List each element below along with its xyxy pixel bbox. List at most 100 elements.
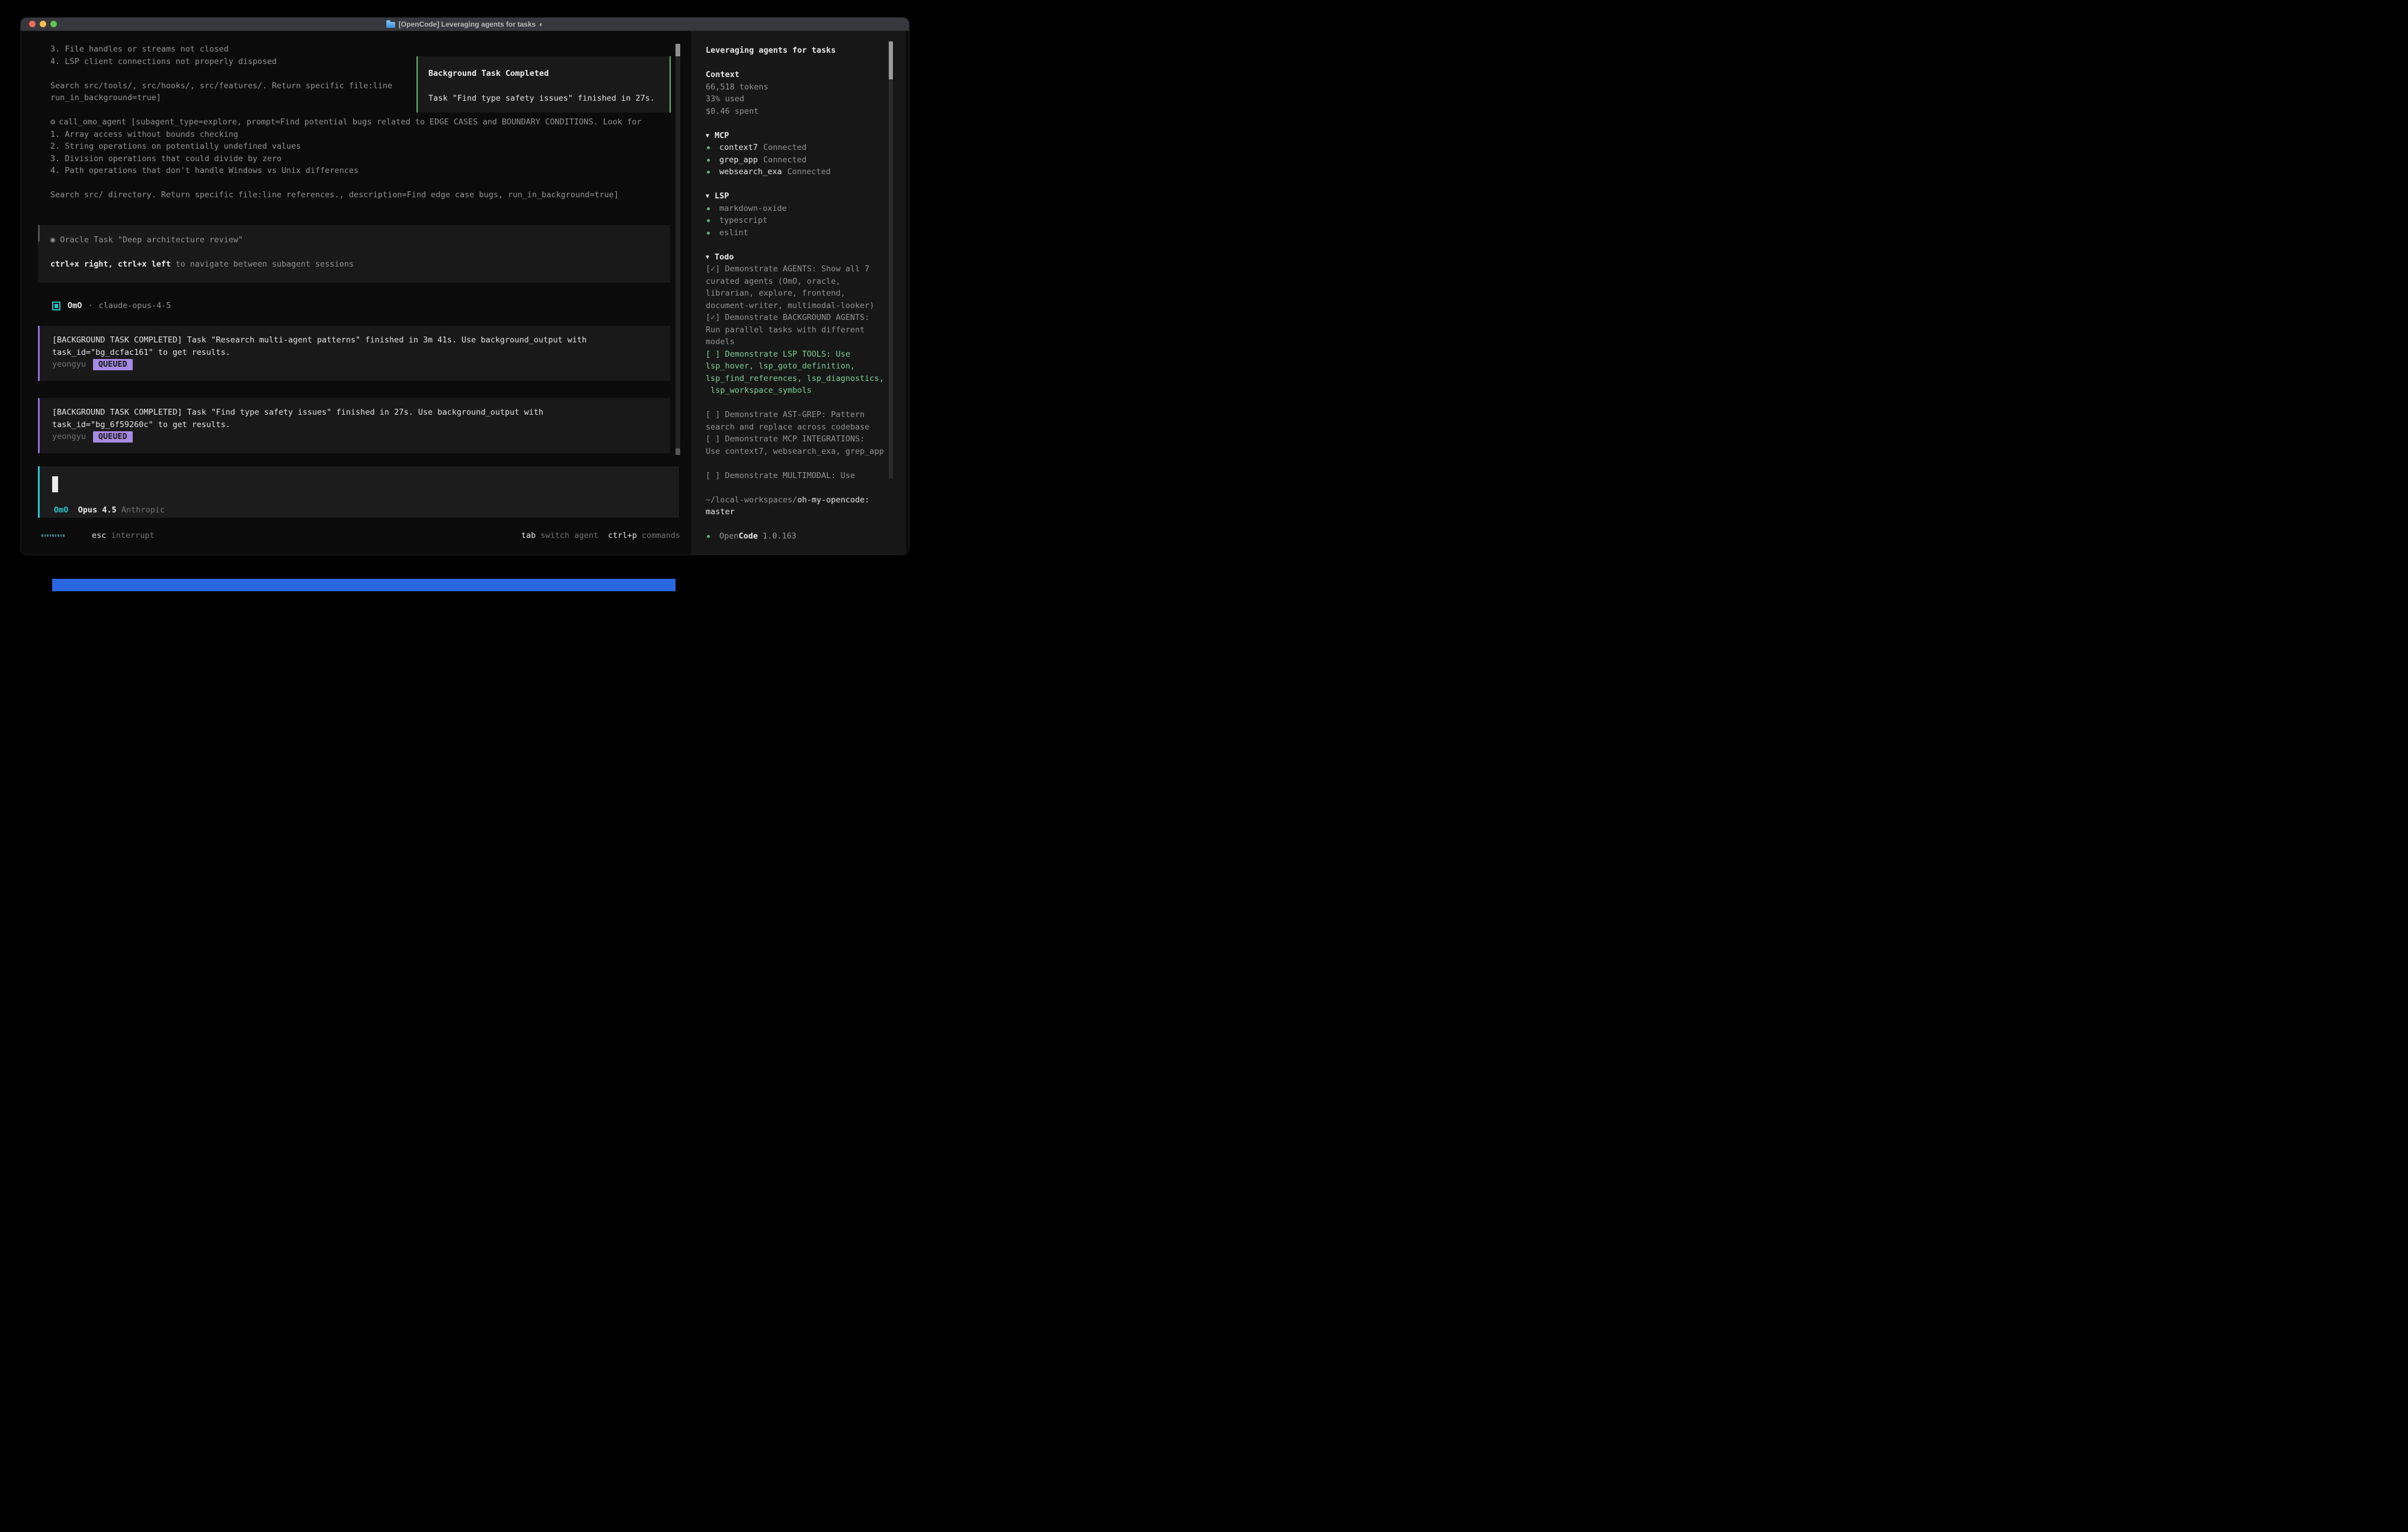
message-card[interactable]: [BACKGROUND TASK COMPLETED] Task "Find t… [38,398,670,453]
context-heading: Context [706,69,886,81]
keybinding[interactable]: ctrl+p [608,531,637,540]
status-dot-icon [707,232,710,235]
close-window-icon[interactable] [29,21,36,27]
status-dot-icon [707,535,710,538]
opencode-version: OpenCode 1.0.163 [706,530,886,543]
background-app-strip [52,579,675,591]
collapse-triangle-icon: ▼ [706,133,709,139]
todo-section-header[interactable]: ▼Todo [706,251,886,264]
message-line: [BACKGROUND TASK COMPLETED] Task "Resear… [52,334,670,347]
lsp-section-header[interactable]: ▼LSP [706,190,886,203]
message-meta: yeongyu QUEUED [52,431,670,443]
status-dot-icon [707,207,710,210]
git-branch: master [706,506,886,518]
tool-call-line: ⚙ call_omo_agent [subagent_type=explore, … [50,116,671,129]
todo-line-done: document-writer, multimodal-looker) [706,300,886,312]
active-model: Opus 4.5 [78,505,117,515]
message-user: yeongyu [52,431,86,443]
terminal-line: 2. String operations on potentially unde… [50,140,671,153]
working-spinner-icon [41,534,65,537]
lsp-item: markdown-oxide [706,203,886,215]
sidebar-scrollbar[interactable] [889,41,893,479]
model-provider: Anthropic [121,505,165,515]
todo-line-pending: search and replace across codebase [706,421,886,434]
todo-line-active: lsp_workspace_symbols [706,384,886,397]
zoom-window-icon[interactable] [50,21,57,27]
queued-badge: QUEUED [93,431,133,443]
session-status-icon: ◐ [539,18,543,31]
active-agent: OmO [54,505,68,515]
terminal-line: 3. Division operations that could divide… [50,153,671,165]
window-titlebar[interactable]: [OpenCode] Leveraging agents for tasks ◐ [21,18,909,31]
interrupt-hint[interactable]: esc interrupt [92,530,155,542]
mcp-item: websearch_exaConnected [706,166,886,178]
window-title-group: [OpenCode] Leveraging agents for tasks ◐ [386,18,544,31]
scrollbar-thumb[interactable] [675,44,680,56]
toast-body: Task "Find type safety issues" finished … [428,92,659,105]
traffic-lights [29,21,57,27]
prompt-input[interactable]: OmO Opus 4.5 Anthropic [38,466,679,518]
terminal-line: 4. Path operations that don't handle Win… [50,165,671,177]
todo-line-pending: [ ] Demonstrate MULTIMODAL: Use [706,470,886,482]
message-card[interactable]: [BACKGROUND TASK COMPLETED] Task "Resear… [38,326,670,381]
todo-line-pending: [ ] Demonstrate MCP INTEGRATIONS: [706,433,886,446]
message-meta: yeongyu QUEUED [52,358,670,371]
scrollbar-thumb[interactable] [889,41,893,79]
agent-session-header[interactable]: OmO · claude-opus-4-5 [52,300,171,312]
terminal-line: Search src/ directory. Return specific f… [50,189,671,201]
background-task-toast[interactable]: Background Task Completed Task "Find typ… [417,56,671,113]
mcp-section-header[interactable]: ▼MCP [706,130,886,142]
workspace-path: ~/local-workspaces/oh-my-opencode: [706,494,886,507]
session-title: Leveraging agents for tasks [706,44,886,57]
todo-line-done: models [706,336,886,348]
folder-icon [386,22,395,28]
context-tokens: 66,518 tokens [706,81,886,94]
agent-model: claude-opus-4-5 [99,300,171,312]
todo-line-active: lsp_hover, lsp_goto_definition, [706,360,886,373]
minimize-window-icon[interactable] [40,21,46,27]
status-dot-icon [707,159,710,162]
oracle-task-panel[interactable]: ◉ Oracle Task "Deep architecture review"… [38,225,670,283]
todo-line-done: [✓] Demonstrate AGENTS: Show all 7 [706,263,886,275]
toast-title: Background Task Completed [428,68,659,80]
todo-line-pending: [ ] Demonstrate AST-GREP: Pattern [706,409,886,421]
input-meta: OmO Opus 4.5 Anthropic [54,504,165,517]
terminal-line [50,246,670,259]
message-line: [BACKGROUND TASK COMPLETED] Task "Find t… [52,406,670,419]
todo-line-done: librarian, explore, frontend, [706,287,886,300]
tool-call-text: call_omo_agent [subagent_type=explore, p… [59,117,641,127]
status-dot-icon [707,146,710,149]
collapse-triangle-icon: ▼ [706,193,709,200]
context-spent: $0.46 spent [706,105,886,118]
keybinding[interactable]: tab [521,531,536,540]
gear-icon: ⚙ [50,117,55,127]
mcp-item: grep_appConnected [706,154,886,166]
lsp-item: typescript [706,214,886,227]
terminal-line: 1. Array access without bounds checking [50,129,671,141]
oracle-bullet-icon: ◉ [50,235,55,245]
scrollbar-thumb[interactable] [675,448,680,455]
todo-line-done: Run parallel tasks with different [706,324,886,336]
todo-line-active: lsp_find_references, lsp_diagnostics, [706,373,886,385]
status-dot-icon [707,219,710,222]
context-used: 33% used [706,93,886,105]
window-title: [OpenCode] Leveraging agents for tasks [399,18,536,31]
keybinding: ctrl+x right, ctrl+x left [50,259,171,269]
status-dot-icon [707,171,710,174]
separator-dot: · [88,300,92,312]
mcp-item: context7Connected [706,142,886,154]
todo-line-done: curated agents (OmO, oracle, [706,275,886,288]
text-cursor [52,476,58,492]
oracle-task-title: ◉ Oracle Task "Deep architecture review" [50,234,670,246]
lsp-item: eslint [706,227,886,239]
session-sidebar: Leveraging agents for tasks Context 66,5… [691,31,906,555]
terminal-window: [OpenCode] Leveraging agents for tasks ◐… [21,18,909,555]
queued-badge: QUEUED [93,359,133,370]
status-bar: esc interrupt tab switch agent ctrl+p co… [21,530,680,542]
chat-scrollbar[interactable] [675,44,680,455]
collapse-triangle-icon: ▼ [706,254,709,261]
keybinding: esc [92,531,106,540]
agent-icon [52,302,60,310]
agent-name: OmO [68,300,82,312]
message-user: yeongyu [52,358,86,371]
